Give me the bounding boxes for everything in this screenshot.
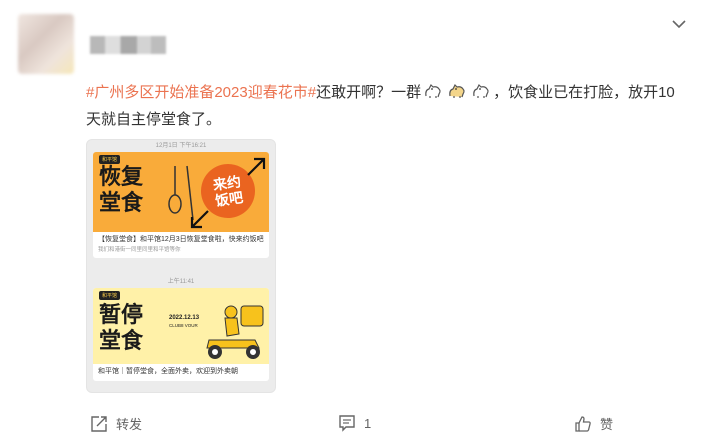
username[interactable] <box>90 36 166 54</box>
comment-icon <box>339 415 355 432</box>
card1-circle-line2: 饭吧 <box>214 189 245 209</box>
card2-date-line1: 2022.12.13 <box>169 315 200 321</box>
comment-button[interactable]: 1 <box>338 414 371 432</box>
delivery-scooter-icon <box>206 305 264 359</box>
card2-logo: 和平馆 <box>99 291 121 300</box>
repost-button[interactable]: 转发 <box>90 414 142 433</box>
chevron-down-icon[interactable] <box>671 16 687 32</box>
post-text-part1: 还敢开啊？一群 <box>316 84 422 101</box>
avatar[interactable] <box>18 14 74 74</box>
like-label: 赞 <box>600 417 614 432</box>
like-button[interactable]: 赞 <box>574 414 613 433</box>
alpaca-icon <box>425 83 441 98</box>
card2-date-line2: CLUB8 VOUR <box>169 323 198 328</box>
card1-banner: 和平馆 恢复 堂食 来约 饭吧 <box>93 152 269 232</box>
arrow-down-left-icon <box>190 210 209 229</box>
thumbs-up-icon <box>575 415 591 432</box>
card1-subtitle: 我们和港街一同里同里和平馆等你 <box>98 247 181 253</box>
card2-big-text-2: 堂食 <box>99 329 144 354</box>
card1-big-text-1: 恢复 <box>99 165 144 190</box>
repost-label: 转发 <box>116 417 143 432</box>
card2-timestamp: 上午11:41 <box>167 279 195 285</box>
arrow-up-right-icon <box>247 157 266 176</box>
action-bar: 转发 1 赞 <box>0 404 701 440</box>
hashtag-link[interactable]: #广州多区开始准备2023迎春花市# <box>86 84 316 101</box>
card2-date: 2022.12.13 CLUB8 VOUR <box>169 315 199 329</box>
card2-title: 和平馆｜暂停堂食，全面外卖，欢迎到外卖朝 <box>98 368 238 375</box>
alpaca-icon <box>449 83 465 98</box>
card1-big-text-2: 堂食 <box>99 191 144 216</box>
article-card-1[interactable]: 和平馆 恢复 堂食 来约 饭吧 【恢复堂食】和平馆12月3日恢复堂食啦，快来约饭吧… <box>93 152 269 258</box>
post-text: #广州多区开始准备2023迎春花市#还敢开啊？一群 ，饮食业已在打脸，放开10天就… <box>86 79 686 133</box>
card2-big-text-1: 暂停 <box>99 303 144 328</box>
repost-icon <box>91 415 107 432</box>
card1-title: 【恢复堂食】和平馆12月3日恢复堂食啦，快来约饭吧 <box>98 236 264 243</box>
card1-logo: 和平馆 <box>99 155 121 164</box>
screenshot-image[interactable]: 12月1日 下午16:21 和平馆 恢复 堂食 来约 饭吧 【恢复堂食】和平馆12… <box>86 139 276 393</box>
comment-count: 1 <box>364 415 372 431</box>
card2-banner: 和平馆 暂停 堂食 2022.12.13 CLUB8 VOUR <box>93 288 269 364</box>
article-card-2[interactable]: 和平馆 暂停 堂食 2022.12.13 CLUB8 VOUR 和平馆｜暂停堂食，… <box>93 288 269 381</box>
card1-timestamp: 12月1日 下午16:21 <box>155 143 207 149</box>
alpaca-icon <box>473 83 489 98</box>
